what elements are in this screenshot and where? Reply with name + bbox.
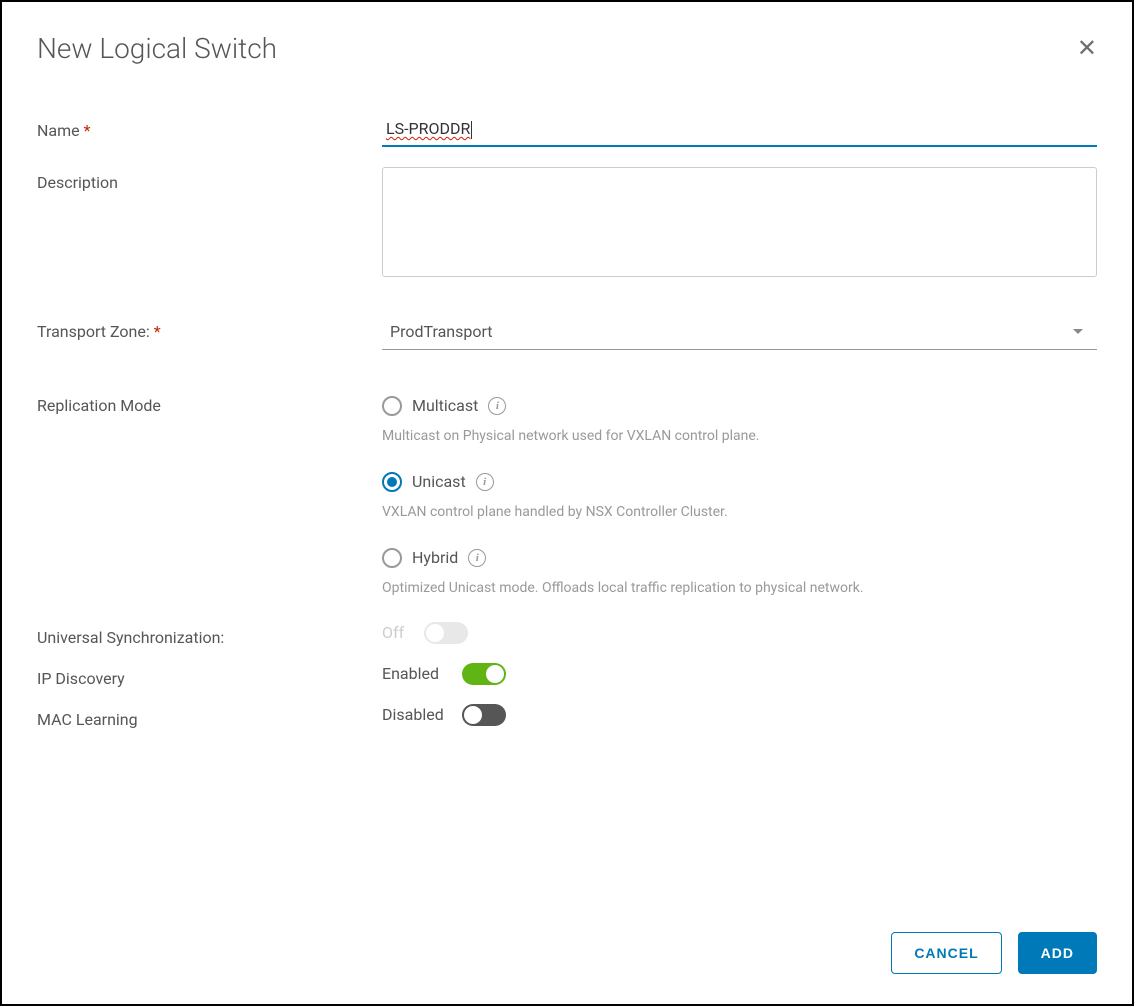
transport-zone-select[interactable]: ProdTransport: [382, 316, 1097, 350]
text-cursor: [471, 121, 472, 139]
radio-option-unicast[interactable]: Unicast i: [382, 472, 1097, 492]
toggle-knob: [464, 706, 482, 724]
caret-down-icon: [1073, 329, 1083, 334]
info-icon[interactable]: i: [476, 473, 494, 491]
radio-option-multicast[interactable]: Multicast i: [382, 396, 1097, 416]
universal-sync-label: Universal Synchronization:: [37, 622, 382, 647]
modal-title: New Logical Switch: [37, 32, 277, 65]
transport-zone-label: Transport Zone:*: [37, 316, 382, 341]
description-label: Description: [37, 167, 382, 192]
ip-discovery-label: IP Discovery: [37, 663, 382, 688]
name-row: Name* LS-PRODDR: [37, 115, 1097, 147]
radio-option-hybrid[interactable]: Hybrid i: [382, 548, 1097, 568]
info-icon[interactable]: i: [468, 549, 486, 567]
modal-header: New Logical Switch ✕: [37, 32, 1097, 65]
name-control: LS-PRODDR: [382, 115, 1097, 147]
name-input[interactable]: LS-PRODDR: [382, 115, 1097, 147]
unicast-help: VXLAN control plane handled by NSX Contr…: [382, 504, 1097, 520]
radio-multicast[interactable]: [382, 396, 402, 416]
mac-learning-control: Disabled: [382, 704, 1097, 726]
universal-sync-control: Off: [382, 622, 1097, 644]
close-button[interactable]: ✕: [1077, 34, 1097, 63]
ip-discovery-status: Enabled: [382, 664, 450, 683]
ip-discovery-row: IP Discovery Enabled: [37, 663, 1097, 688]
radio-hybrid[interactable]: [382, 548, 402, 568]
mac-learning-label: MAC Learning: [37, 704, 382, 729]
mac-learning-toggle[interactable]: [462, 704, 506, 726]
new-logical-switch-modal: New Logical Switch ✕ Name* LS-PRODDR Des…: [0, 0, 1134, 1006]
universal-sync-row: Universal Synchronization: Off: [37, 622, 1097, 647]
required-indicator: *: [154, 322, 161, 341]
add-button[interactable]: ADD: [1018, 932, 1097, 974]
replication-mode-label: Replication Mode: [37, 390, 382, 415]
info-icon[interactable]: i: [488, 397, 506, 415]
ip-discovery-toggle[interactable]: [462, 663, 506, 685]
required-indicator: *: [84, 121, 91, 140]
mac-learning-row: MAC Learning Disabled: [37, 704, 1097, 729]
toggle-knob: [426, 624, 444, 642]
description-control: [382, 167, 1097, 281]
transport-zone-control: ProdTransport: [382, 316, 1097, 350]
universal-sync-status: Off: [382, 623, 412, 642]
ip-discovery-control: Enabled: [382, 663, 1097, 685]
modal-footer: CANCEL ADD: [37, 932, 1097, 974]
name-label: Name*: [37, 115, 382, 140]
mac-learning-status: Disabled: [382, 705, 450, 724]
replication-mode-group: Multicast i Multicast on Physical networ…: [382, 396, 1097, 614]
description-input[interactable]: [382, 167, 1097, 277]
toggle-knob: [486, 665, 504, 683]
close-icon: ✕: [1077, 35, 1097, 62]
multicast-help: Multicast on Physical network used for V…: [382, 428, 1097, 444]
universal-sync-toggle: [424, 622, 468, 644]
description-row: Description: [37, 167, 1097, 281]
replication-mode-row: Replication Mode Multicast i Multicast o…: [37, 390, 1097, 614]
transport-zone-row: Transport Zone:* ProdTransport: [37, 316, 1097, 350]
radio-unicast[interactable]: [382, 472, 402, 492]
cancel-button[interactable]: CANCEL: [891, 932, 1001, 974]
hybrid-help: Optimized Unicast mode. Offloads local t…: [382, 580, 1097, 596]
form-body: Name* LS-PRODDR Description Transport Zo…: [37, 115, 1097, 902]
